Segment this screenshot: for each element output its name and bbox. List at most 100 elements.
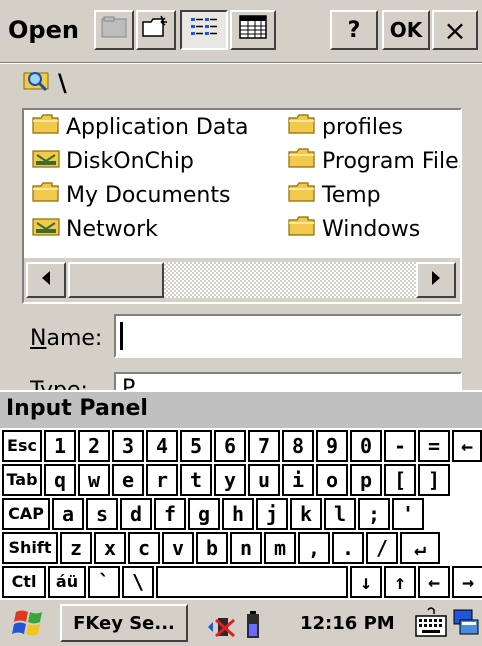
folder-icon — [32, 113, 60, 141]
help-button[interactable]: ? — [330, 10, 378, 50]
file-name: My Documents — [66, 182, 231, 208]
file-type-select[interactable]: P — [114, 372, 462, 392]
arrow-right-icon — [430, 270, 442, 290]
key[interactable]: v — [162, 532, 194, 564]
key[interactable]: l — [324, 498, 356, 530]
file-list-item[interactable]: Application Data — [32, 112, 248, 142]
key[interactable]: e — [112, 464, 144, 496]
key[interactable]: ← — [452, 430, 482, 462]
file-list-item[interactable]: DiskOnChip — [32, 146, 194, 176]
desktop-switch-icon[interactable] — [452, 608, 480, 642]
key[interactable]: [ — [384, 464, 416, 496]
key[interactable]: - — [384, 430, 416, 462]
file-list-item[interactable]: Program Files — [288, 146, 462, 176]
key[interactable]: f — [154, 498, 186, 530]
key[interactable]: o — [316, 464, 348, 496]
key[interactable]: 2 — [78, 430, 110, 462]
key[interactable]: ; — [358, 498, 390, 530]
new-folder-button[interactable] — [136, 10, 176, 50]
clock[interactable]: 12:16 PM — [300, 612, 395, 636]
details-view-button[interactable] — [230, 10, 276, 50]
file-name: Application Data — [66, 114, 249, 140]
file-list-item[interactable]: My Documents — [32, 180, 230, 210]
ok-button[interactable]: OK — [382, 10, 430, 50]
key[interactable]: x — [94, 532, 126, 564]
key[interactable]: 6 — [214, 430, 246, 462]
up-folder-button[interactable] — [94, 10, 134, 50]
network-status-icon[interactable] — [202, 614, 238, 644]
key[interactable]: 7 — [248, 430, 280, 462]
key[interactable]: 1 — [44, 430, 76, 462]
key[interactable]: n — [230, 532, 262, 564]
battery-icon[interactable] — [246, 610, 260, 644]
key[interactable]: → — [452, 566, 482, 598]
filename-input[interactable] — [114, 314, 462, 358]
key[interactable]: k — [290, 498, 322, 530]
key[interactable]: z — [60, 532, 92, 564]
start-button[interactable] — [10, 606, 50, 640]
file-list-item[interactable]: Windows — [288, 214, 420, 244]
file-name: Program Files — [322, 148, 462, 174]
key[interactable]: ] — [418, 464, 450, 496]
key[interactable]: h — [222, 498, 254, 530]
key[interactable]: ` — [88, 566, 120, 598]
key[interactable]: , — [298, 532, 330, 564]
key[interactable]: w — [78, 464, 110, 496]
keyboard-input-icon[interactable] — [414, 606, 448, 644]
key[interactable]: d — [120, 498, 152, 530]
list-view-button[interactable] — [180, 10, 228, 50]
key[interactable]: b — [196, 532, 228, 564]
path-text: \ — [58, 69, 67, 97]
key[interactable]: / — [366, 532, 398, 564]
storage-card-icon — [32, 215, 60, 243]
key[interactable]: g — [188, 498, 220, 530]
key[interactable]: c — [128, 532, 160, 564]
taskbar-app-button[interactable]: FKey Se... — [60, 604, 188, 642]
key[interactable]: Tab — [2, 464, 42, 496]
scroll-left-button[interactable] — [26, 262, 66, 298]
details-view-icon — [238, 14, 268, 46]
key[interactable]: = — [418, 430, 450, 462]
type-label: Type: — [30, 376, 88, 390]
key[interactable]: . — [332, 532, 364, 564]
key[interactable]: u — [248, 464, 280, 496]
key[interactable]: 4 — [146, 430, 178, 462]
key[interactable]: i — [282, 464, 314, 496]
key[interactable]: 5 — [180, 430, 212, 462]
key[interactable]: q — [44, 464, 76, 496]
key[interactable]: j — [256, 498, 288, 530]
key[interactable]: a — [52, 498, 84, 530]
search-folder-icon — [22, 67, 52, 99]
key[interactable]: ↵ — [400, 532, 440, 564]
key[interactable]: 0 — [350, 430, 382, 462]
key[interactable]: r — [146, 464, 178, 496]
key[interactable]: p — [350, 464, 382, 496]
key[interactable]: s — [86, 498, 118, 530]
key[interactable]: \ — [122, 566, 154, 598]
key[interactable]: y — [214, 464, 246, 496]
key[interactable]: 8 — [282, 430, 314, 462]
key[interactable]: CAP — [2, 498, 50, 530]
horizontal-scrollbar[interactable] — [24, 258, 460, 302]
key[interactable]: ↑ — [384, 566, 416, 598]
scroll-right-button[interactable] — [416, 262, 456, 298]
key[interactable]: 3 — [112, 430, 144, 462]
key[interactable]: ← — [418, 566, 450, 598]
key[interactable]: ' — [392, 498, 424, 530]
key[interactable]: Esc — [2, 430, 42, 462]
file-list-item[interactable]: Network — [32, 214, 158, 244]
file-list-item[interactable]: Temp — [288, 180, 381, 210]
key[interactable]: t — [180, 464, 212, 496]
close-button[interactable]: × — [432, 10, 478, 50]
key[interactable]: ↓ — [350, 566, 382, 598]
file-list-item[interactable]: profiles — [288, 112, 403, 142]
key[interactable]: m — [264, 532, 296, 564]
file-name: Windows — [322, 216, 421, 242]
key[interactable]: áü — [48, 566, 86, 598]
key[interactable]: 9 — [316, 430, 348, 462]
key[interactable]: Ctl — [2, 566, 46, 598]
file-name: profiles — [322, 114, 403, 140]
space-key[interactable] — [156, 566, 348, 598]
key[interactable]: Shift — [2, 532, 58, 564]
scroll-thumb[interactable] — [68, 262, 164, 298]
